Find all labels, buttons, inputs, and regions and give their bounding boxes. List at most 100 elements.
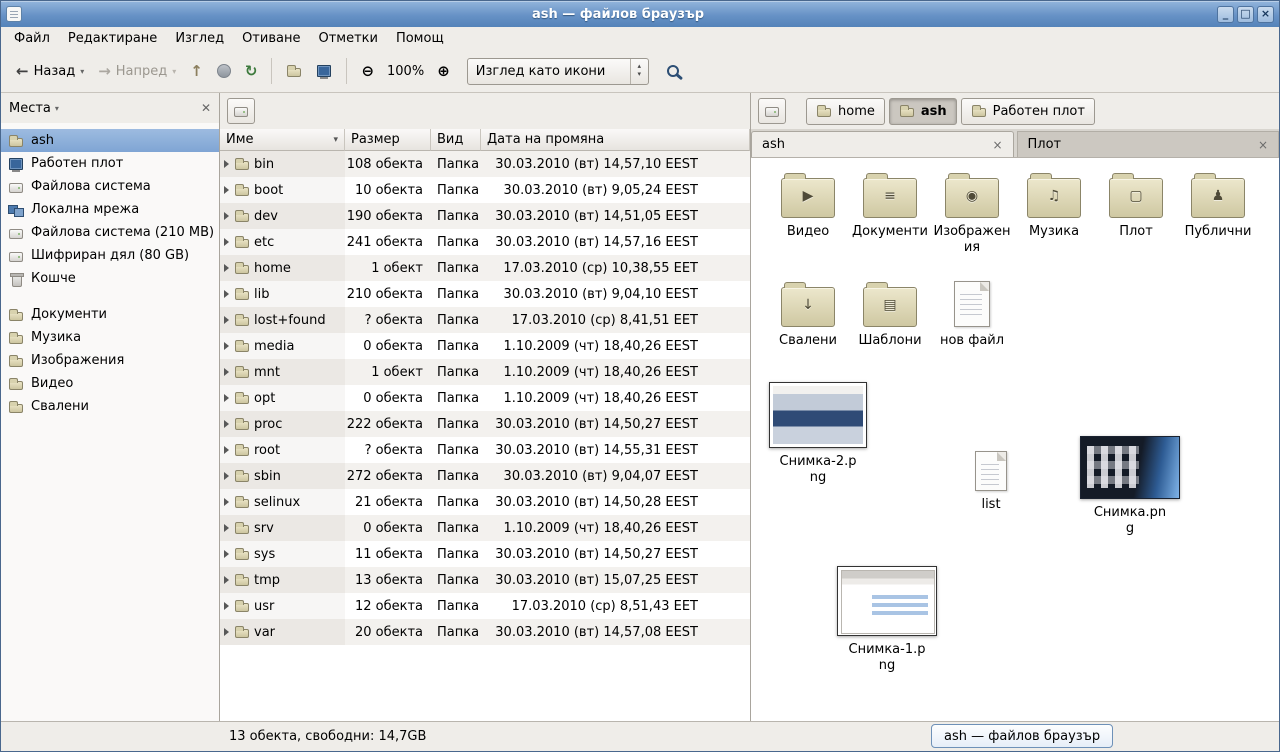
filesystem-location-button[interactable] [227, 98, 255, 124]
table-row[interactable]: opt0 обектаПапка1.10.2009 (чт) 18,40,26 … [220, 385, 750, 411]
sidebar-item[interactable]: Музика [1, 326, 219, 349]
expander-icon[interactable] [224, 472, 229, 480]
sidebar-item[interactable]: Видео [1, 372, 219, 395]
expander-icon[interactable] [224, 264, 229, 272]
back-button[interactable]: ← Назад ▾ [9, 59, 91, 84]
sidebar-item[interactable]: Локална мрежа [1, 198, 219, 221]
tab[interactable]: ash× [751, 131, 1014, 157]
icon-item[interactable]: ▶Видео [767, 172, 849, 240]
computer-button[interactable] [309, 58, 339, 84]
up-button[interactable]: ↑ [183, 59, 210, 84]
menu-item[interactable]: Файл [5, 28, 59, 49]
expander-icon[interactable] [224, 160, 229, 168]
table-row[interactable]: sys11 обектаПапка30.03.2010 (вт) 14,50,2… [220, 541, 750, 567]
table-row[interactable]: usr12 обектаПапка17.03.2010 (ср) 8,51,43… [220, 593, 750, 619]
forward-button[interactable]: → Напред ▾ [91, 59, 183, 84]
sidebar-item[interactable]: Свалени [1, 395, 219, 418]
chevron-down-icon[interactable]: ▾ [55, 104, 59, 113]
table-row[interactable]: sbin272 обектаПапка30.03.2010 (вт) 9,04,… [220, 463, 750, 489]
icon-item[interactable]: ≡Документи [849, 172, 931, 240]
close-button[interactable]: × [1257, 6, 1274, 23]
column-header[interactable]: Размер [345, 129, 431, 151]
table-row[interactable]: srv0 обектаПапка1.10.2009 (чт) 18,40,26 … [220, 515, 750, 541]
table-row[interactable]: bin108 обектаПапка30.03.2010 (вт) 14,57,… [220, 151, 750, 177]
maximize-button[interactable]: □ [1237, 6, 1254, 23]
icon-item[interactable]: нов файл [931, 281, 1013, 349]
places-title[interactable]: Места [9, 101, 51, 116]
table-row[interactable]: tmp13 обектаПапка30.03.2010 (вт) 15,07,2… [220, 567, 750, 593]
chevron-down-icon[interactable]: ▾ [80, 67, 84, 76]
table-row[interactable]: boot10 обектаПапка30.03.2010 (вт) 9,05,2… [220, 177, 750, 203]
table-row[interactable]: selinux21 обектаПапка30.03.2010 (вт) 14,… [220, 489, 750, 515]
expander-icon[interactable] [224, 186, 229, 194]
breadcrumb-button[interactable]: Работен плот [961, 98, 1095, 125]
zoom-in-button[interactable]: ⊕ [430, 59, 457, 84]
expander-icon[interactable] [224, 446, 229, 454]
icon-item[interactable]: ↓Свалени [767, 281, 849, 349]
table-row[interactable]: dev190 обектаПапка30.03.2010 (вт) 14,51,… [220, 203, 750, 229]
expander-icon[interactable] [224, 394, 229, 402]
icon-item[interactable]: ▢Плот [1095, 172, 1177, 240]
location-button[interactable] [758, 98, 786, 124]
icon-item[interactable]: Снимка-2.png [769, 382, 867, 485]
icon-item[interactable]: ◉Изображения [931, 172, 1013, 255]
column-header[interactable]: Име▾ [220, 129, 345, 151]
expander-icon[interactable] [224, 342, 229, 350]
menu-item[interactable]: Изглед [166, 28, 233, 49]
icon-view[interactable]: ▶Видео≡Документи◉Изображения♫Музика▢Плот… [751, 158, 1279, 721]
table-row[interactable]: root? обектаПапка30.03.2010 (вт) 14,55,3… [220, 437, 750, 463]
expander-icon[interactable] [224, 368, 229, 376]
breadcrumb-button[interactable]: home [806, 98, 885, 125]
expander-icon[interactable] [224, 628, 229, 636]
expander-icon[interactable] [224, 550, 229, 558]
breadcrumb-button[interactable]: ash [889, 98, 957, 125]
sidebar-item[interactable]: Работен плот [1, 152, 219, 175]
sidebar-item[interactable]: Шифриран дял (80 GB) [1, 244, 219, 267]
menu-item[interactable]: Отиване [233, 28, 309, 49]
sidebar-item[interactable]: ash [1, 129, 219, 152]
icon-item[interactable]: list [959, 451, 1023, 513]
sidebar-item[interactable]: Изображения [1, 349, 219, 372]
table-row[interactable]: etc241 обектаПапка30.03.2010 (вт) 14,57,… [220, 229, 750, 255]
expander-icon[interactable] [224, 602, 229, 610]
reload-button[interactable]: ↻ [238, 59, 265, 84]
expander-icon[interactable] [224, 576, 229, 584]
icon-item[interactable]: Снимка.png [1080, 436, 1180, 536]
tab-close-icon[interactable]: × [992, 138, 1002, 152]
expander-icon[interactable] [224, 420, 229, 428]
stop-button[interactable] [210, 59, 238, 83]
table-row[interactable]: home1 обектПапка17.03.2010 (ср) 10,38,55… [220, 255, 750, 281]
icon-item[interactable]: ♟Публични [1177, 172, 1259, 240]
sidebar-item[interactable]: Кошче [1, 267, 219, 290]
minimize-button[interactable]: _ [1217, 6, 1234, 23]
menu-item[interactable]: Отметки [309, 28, 386, 49]
menu-item[interactable]: Редактиране [59, 28, 166, 49]
sidebar-item[interactable]: Файлова система [1, 175, 219, 198]
table-row[interactable]: var20 обектаПапка30.03.2010 (вт) 14,57,0… [220, 619, 750, 645]
expander-icon[interactable] [224, 524, 229, 532]
titlebar[interactable]: ash — файлов браузър _ □ × [1, 1, 1279, 27]
expander-icon[interactable] [224, 290, 229, 298]
search-button[interactable] [661, 59, 685, 83]
icon-item[interactable]: ♫Музика [1013, 172, 1095, 240]
view-mode-select[interactable]: Изглед като икони ▴▾ [467, 58, 649, 85]
expander-icon[interactable] [224, 498, 229, 506]
sidebar-item[interactable]: Документи [1, 303, 219, 326]
table-row[interactable]: lib210 обектаПапка30.03.2010 (вт) 9,04,1… [220, 281, 750, 307]
column-header[interactable]: Дата на промяна [481, 129, 750, 151]
home-button[interactable] [279, 58, 309, 84]
sidebar-item[interactable]: Файлова система (210 MB) [1, 221, 219, 244]
table-row[interactable]: mnt1 обектПапка1.10.2009 (чт) 18,40,26 E… [220, 359, 750, 385]
column-header[interactable]: Вид [431, 129, 481, 151]
table-row[interactable]: proc222 обектаПапка30.03.2010 (вт) 14,50… [220, 411, 750, 437]
icon-item[interactable]: ▤Шаблони [849, 281, 931, 349]
menu-item[interactable]: Помощ [387, 28, 453, 49]
expander-icon[interactable] [224, 316, 229, 324]
expander-icon[interactable] [224, 212, 229, 220]
expander-icon[interactable] [224, 238, 229, 246]
table-row[interactable]: lost+found? обектаПапка17.03.2010 (ср) 8… [220, 307, 750, 333]
tab[interactable]: Плот× [1017, 131, 1280, 157]
tab-close-icon[interactable]: × [1258, 138, 1268, 152]
zoom-out-button[interactable]: ⊖ [354, 59, 381, 84]
icon-item[interactable]: Снимка-1.png [837, 566, 937, 673]
